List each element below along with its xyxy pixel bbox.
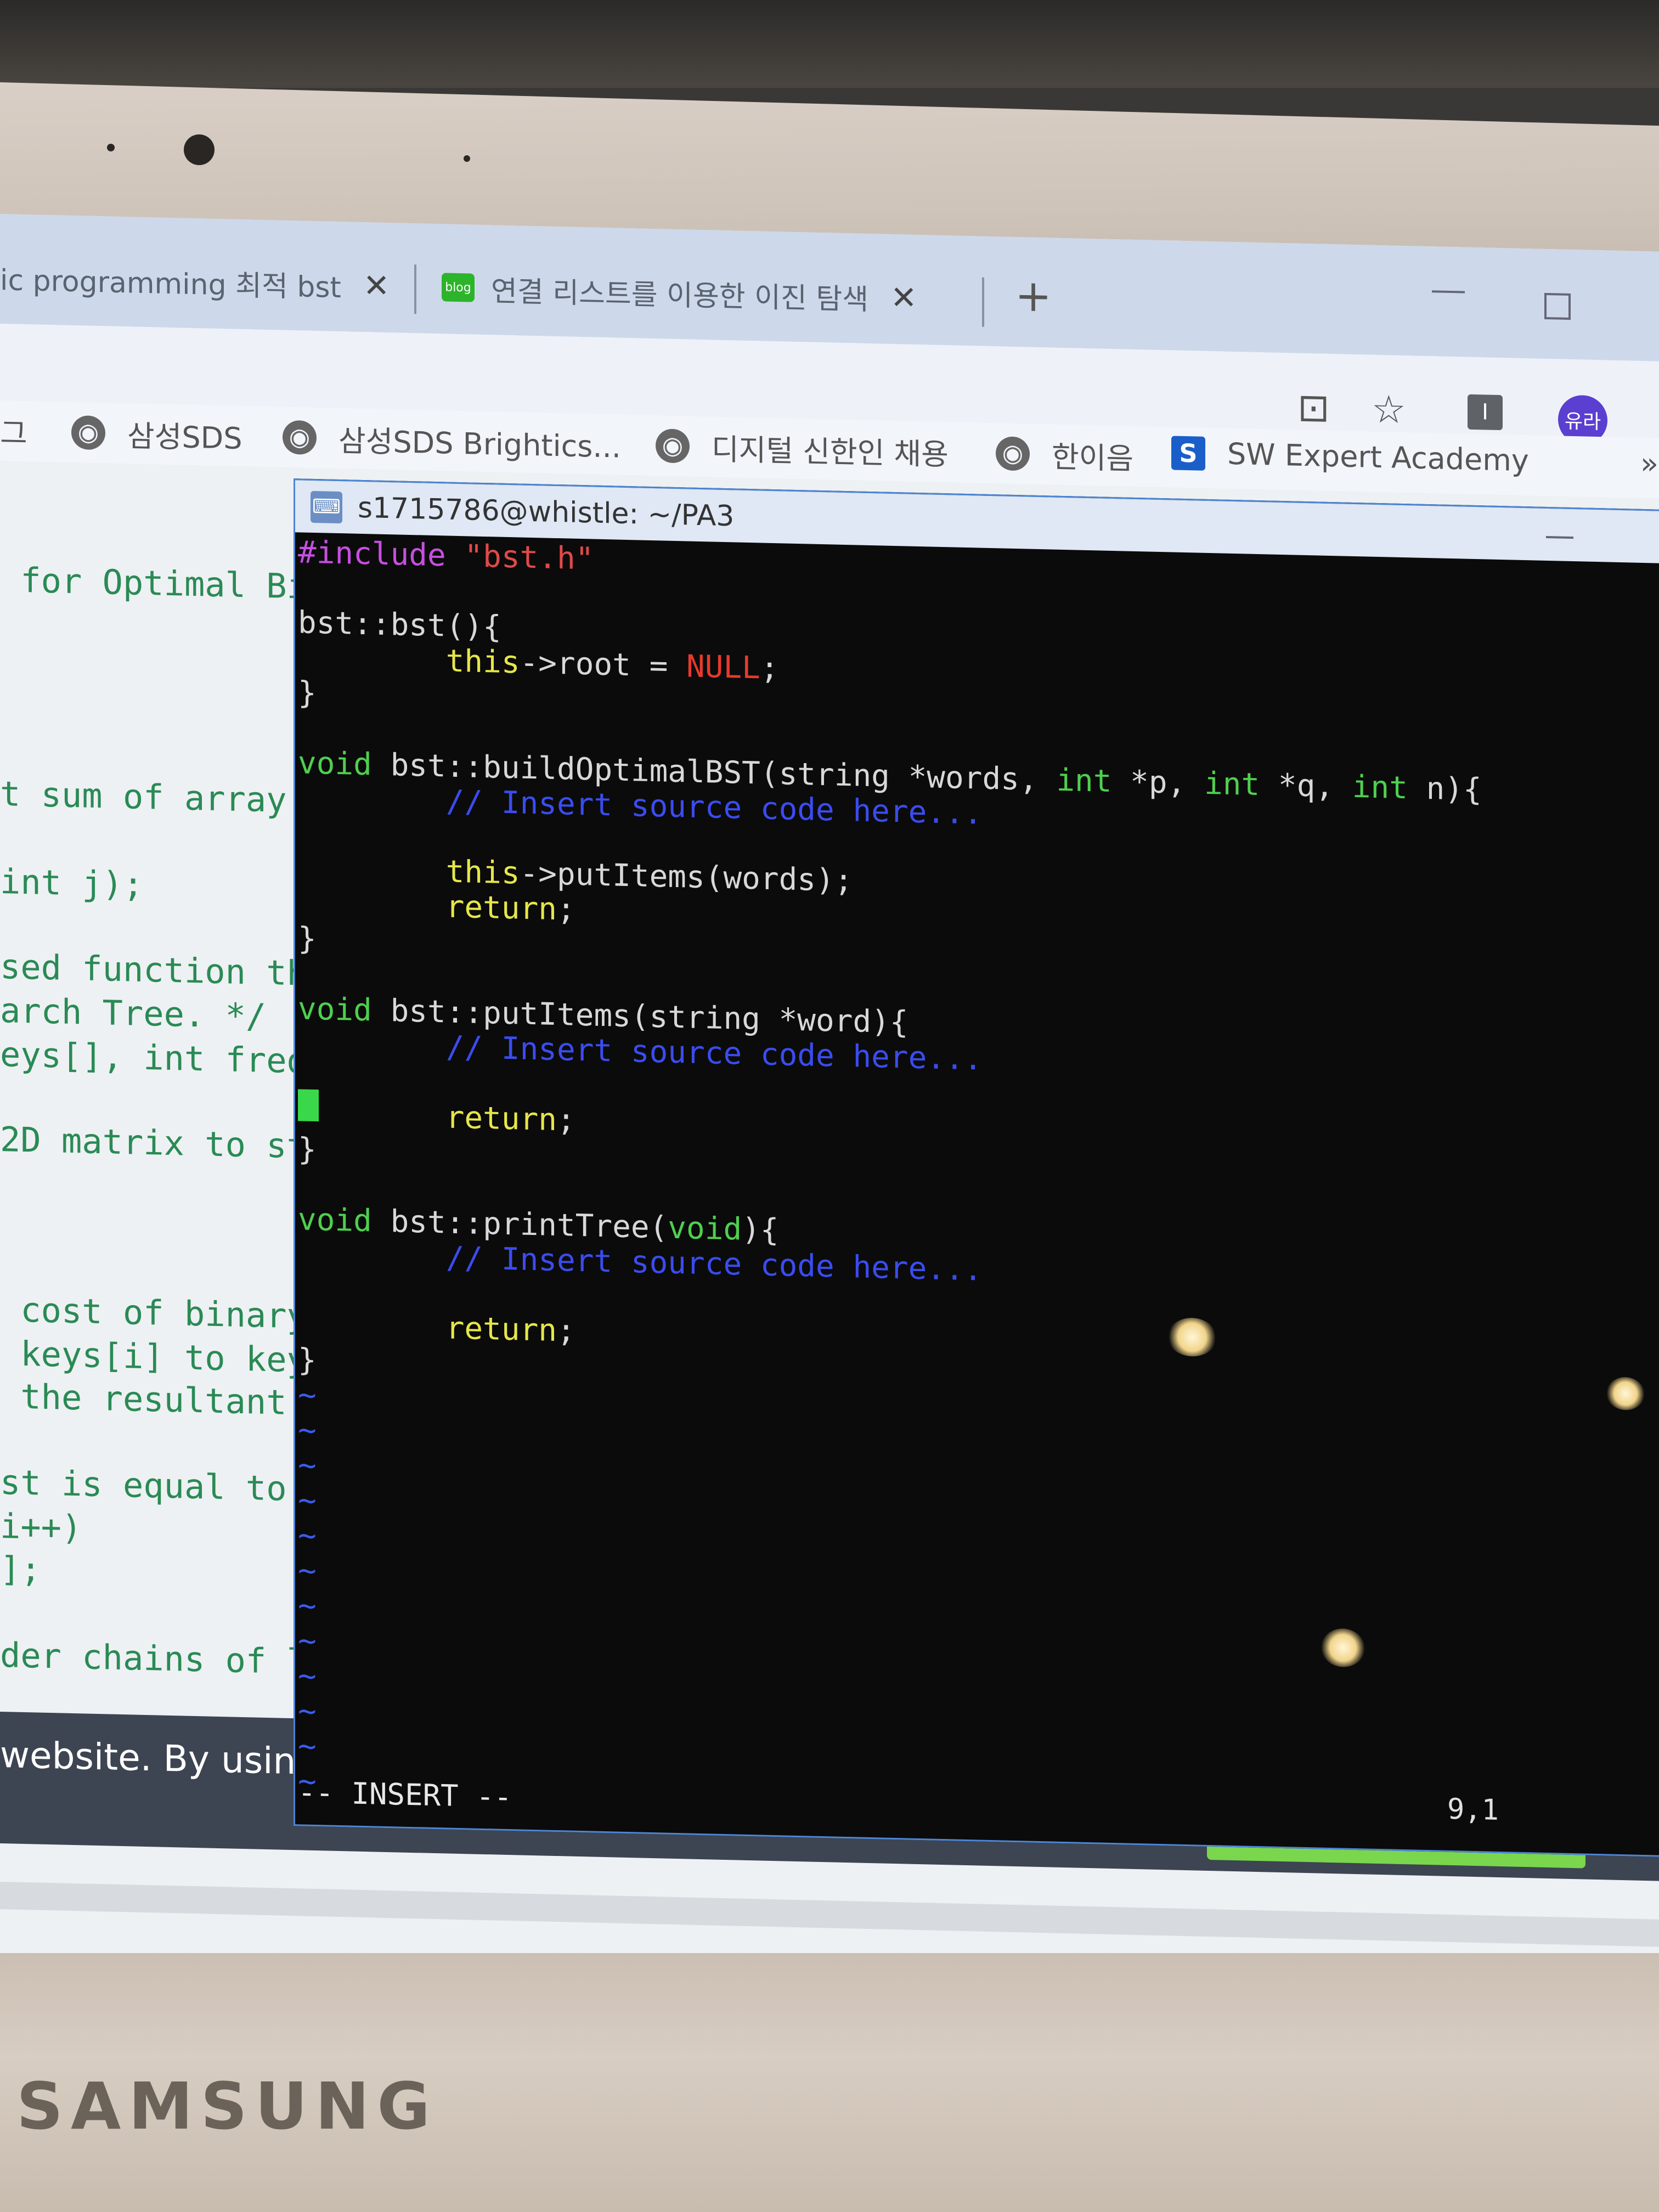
empty-line-tilde: ~ xyxy=(298,1588,317,1624)
page-code-line: int j); xyxy=(0,861,144,905)
cookie-text: website. By using xyxy=(0,1734,319,1784)
translate-icon[interactable]: ⊡ xyxy=(1297,385,1330,431)
sensor-dot xyxy=(464,155,470,162)
code-line: this->root = NULL; xyxy=(298,640,779,687)
brand-logo: SAMSUNG xyxy=(16,2068,438,2144)
webcam xyxy=(184,134,215,165)
putty-icon: ⌨ xyxy=(311,490,342,523)
bookmark-haneum[interactable]: ◉ 한이음 xyxy=(996,431,1133,478)
empty-line-tilde: ~ xyxy=(298,1517,317,1554)
page-code-line: eys[], int fred xyxy=(0,1034,307,1081)
sw-expert-icon: S xyxy=(1171,435,1205,471)
blog-icon: blog xyxy=(442,273,475,302)
tab-title: ic programming 최적 bst xyxy=(0,263,341,304)
bookmark-samsungsds[interactable]: ◉ 삼성SDS xyxy=(71,410,242,458)
page-code-line: the resultant xyxy=(0,1376,307,1423)
code-line: return; xyxy=(298,1096,575,1138)
bookmark-label: SW Expert Academy xyxy=(1227,436,1529,478)
tab-optimal-bst[interactable]: ic programming 최적 bst ✕ xyxy=(0,247,390,316)
vim-mode-indicator: -- INSERT -- xyxy=(298,1775,512,1815)
terminal-window[interactable]: ⌨ s1715786@whistle: ~/PA3 #include "bst.… xyxy=(294,478,1659,1858)
globe-icon: ◉ xyxy=(996,436,1030,471)
laptop-screen: ic programming 최적 bst ✕ blog 연결 리스트를 이용한… xyxy=(0,214,1659,1996)
bookmark-item[interactable]: 그 xyxy=(0,409,27,453)
maximize-icon[interactable] xyxy=(1544,292,1571,320)
page-code-line: 2D matrix to st xyxy=(0,1119,307,1166)
bookmark-brightics[interactable]: ◉ 삼성SDS Brightics... xyxy=(283,415,621,466)
bookmark-label: 그 xyxy=(0,416,27,452)
empty-line-tilde: ~ xyxy=(298,1447,317,1484)
star-icon[interactable]: ☆ xyxy=(1372,387,1406,432)
page-code-line: sed function th xyxy=(0,946,307,994)
empty-line-tilde: ~ xyxy=(298,1623,317,1660)
bookmark-label: 삼성SDS xyxy=(127,419,242,456)
globe-icon: ◉ xyxy=(283,420,317,455)
tab-separator xyxy=(982,277,984,327)
tab-title: 연결 리스트를 이용한 이진 탐색 xyxy=(491,274,869,317)
code-line: return; xyxy=(298,1307,575,1349)
cursor-position: 9,1 xyxy=(1447,1792,1499,1827)
new-tab-button[interactable]: + xyxy=(1015,270,1052,322)
page-code-line: arch Tree. */ xyxy=(0,990,267,1037)
light-reflection xyxy=(1606,1376,1645,1411)
empty-line-tilde: ~ xyxy=(298,1658,317,1695)
code-line: return; xyxy=(298,885,575,928)
close-icon[interactable]: ✕ xyxy=(363,267,390,304)
tab-separator xyxy=(414,264,416,314)
light-reflection xyxy=(1321,1628,1365,1668)
bookmarks-more-button[interactable]: » xyxy=(1640,446,1658,481)
bookmark-label: 디지털 신한인 채용 xyxy=(712,432,949,472)
extension-icon[interactable]: I xyxy=(1468,394,1503,431)
page-code-line: keys[i] to key xyxy=(0,1333,307,1380)
code-line: } xyxy=(298,921,317,957)
empty-line-tilde: ~ xyxy=(298,1482,317,1519)
page-code-line: for Optimal Bi xyxy=(0,560,307,607)
page-code-line: ]; xyxy=(0,1549,41,1590)
code-line: } xyxy=(298,675,317,712)
vim-editor[interactable]: #include "bst.h" bst::bst(){ this->root … xyxy=(298,534,1482,1826)
bookmark-label: 삼성SDS Brightics... xyxy=(338,424,621,465)
empty-line-tilde: ~ xyxy=(298,1728,317,1765)
page-code-line: der chains of l xyxy=(0,1635,307,1682)
bookmark-label: 한이음 xyxy=(1052,439,1134,476)
code-line: } xyxy=(298,1342,317,1379)
empty-line-tilde: ~ xyxy=(298,1693,317,1730)
code-comment: // Insert source code here... xyxy=(298,1237,983,1288)
close-icon[interactable]: ✕ xyxy=(890,279,917,317)
empty-line-tilde: ~ xyxy=(298,1553,317,1589)
page-code-line: st is equal to xyxy=(0,1462,307,1509)
page-code-line: cost of binary xyxy=(0,1289,307,1336)
page-code-line: t sum of array xyxy=(0,774,287,820)
code-line: #include "bst.h" xyxy=(298,534,594,577)
sensor-dot xyxy=(107,144,115,151)
code-line: } xyxy=(298,1131,317,1168)
empty-line-tilde: ~ xyxy=(298,1412,317,1449)
terminal-title: s1715786@whistle: ~/PA3 xyxy=(358,491,735,533)
tab-linked-list-bst[interactable]: blog 연결 리스트를 이용한 이진 탐색 ✕ xyxy=(442,257,917,328)
page-code-line: i++) xyxy=(0,1506,82,1548)
globe-icon: ◉ xyxy=(656,428,690,464)
room-background xyxy=(0,0,1659,88)
bookmark-shinhan[interactable]: ◉ 디지털 신한인 채용 xyxy=(656,424,949,473)
text-cursor xyxy=(298,1089,319,1122)
globe-icon: ◉ xyxy=(71,415,105,450)
code-line: bst::bst(){ xyxy=(298,605,501,645)
empty-line-tilde: ~ xyxy=(298,1377,317,1414)
